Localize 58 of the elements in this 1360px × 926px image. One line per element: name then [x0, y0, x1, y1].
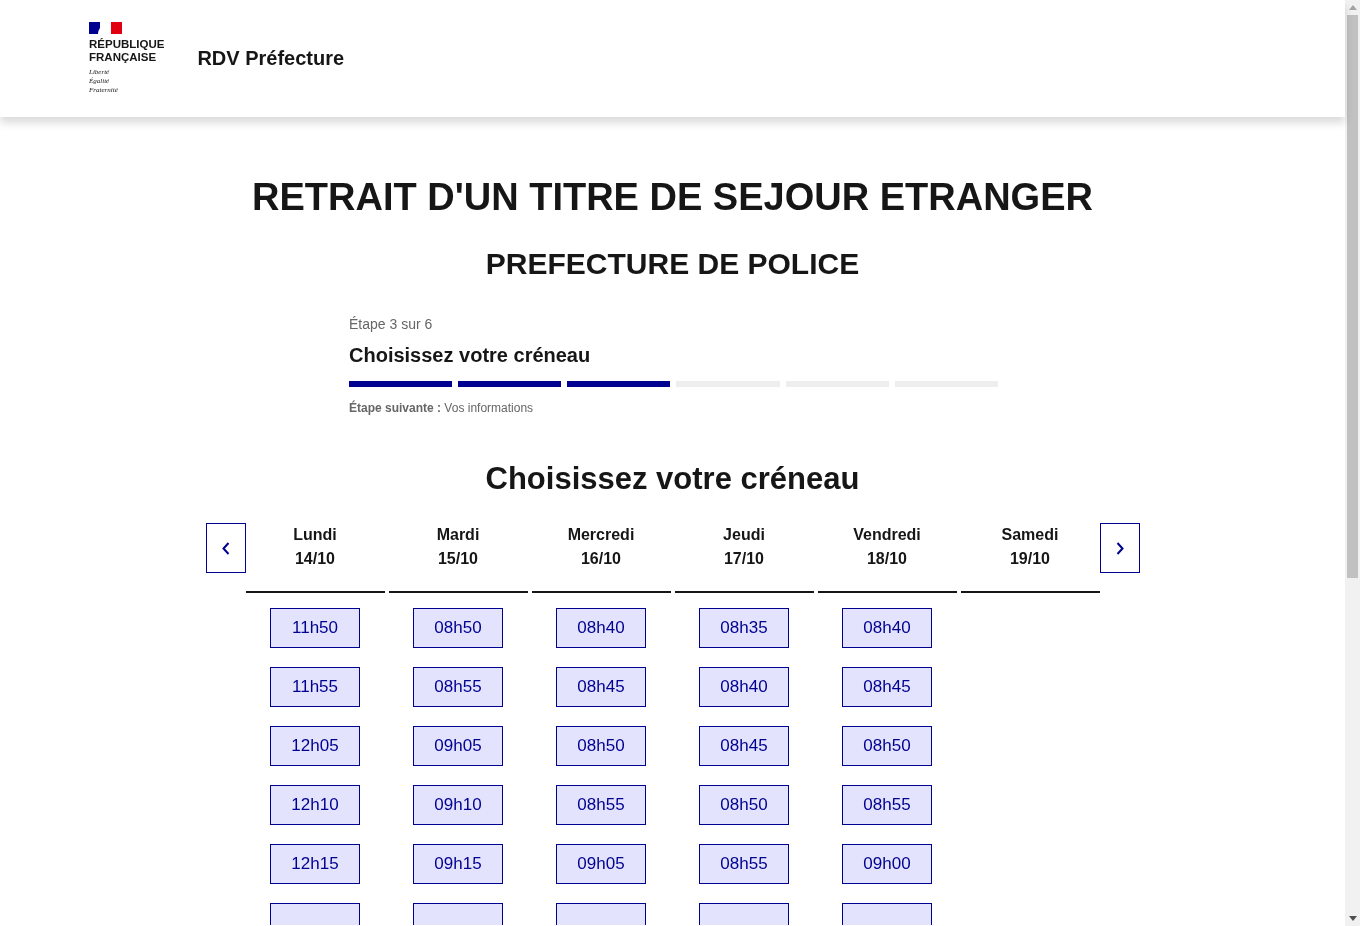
- previous-week-button[interactable]: [205, 523, 246, 573]
- day-date: 18/10: [866, 549, 907, 569]
- time-slot-button[interactable]: 09h05: [556, 844, 646, 884]
- service-name: RDV Préfecture: [197, 47, 345, 70]
- step-counter: Étape 3 sur 6: [349, 315, 434, 334]
- next-week-button[interactable]: [1099, 523, 1140, 573]
- day-date: 15/10: [437, 549, 478, 569]
- clipped-time-slot-button[interactable]: [842, 903, 932, 925]
- clipped-time-slot-button[interactable]: [413, 903, 503, 925]
- scrollbar-thumb[interactable]: [1347, 15, 1358, 578]
- day-name: Mercredi: [567, 525, 635, 545]
- time-slot-button[interactable]: 08h50: [413, 608, 503, 648]
- republique-francaise-wordmark: RÉPUBLIQUE FRANÇAISE: [89, 38, 165, 64]
- page-subtitle: PREFECTURE DE POLICE: [485, 246, 860, 282]
- time-slot-button[interactable]: 08h45: [842, 667, 932, 707]
- chevron-left-icon: [221, 541, 230, 555]
- time-slot-button[interactable]: 09h15: [413, 844, 503, 884]
- page-title: RETRAIT D'UN TITRE DE SEJOUR ETRANGER: [252, 175, 1093, 220]
- flag-logo-icon: [89, 22, 122, 34]
- time-slot-button[interactable]: 08h50: [556, 726, 646, 766]
- step-title: Choisissez votre créneau: [349, 343, 592, 368]
- time-slot-button[interactable]: 08h50: [699, 785, 789, 825]
- scrollbar-track[interactable]: [1345, 0, 1360, 926]
- time-slot-button[interactable]: 08h55: [413, 667, 503, 707]
- time-slot-button[interactable]: 12h15: [270, 844, 360, 884]
- day-name: Jeudi: [723, 525, 765, 545]
- day-name: Vendredi: [853, 525, 921, 545]
- time-slot-button[interactable]: 08h35: [699, 608, 789, 648]
- time-slot-button[interactable]: 08h40: [842, 608, 932, 648]
- clipped-time-slot-button[interactable]: [556, 903, 646, 925]
- scroll-down-arrow-icon[interactable]: [1348, 916, 1357, 921]
- time-slot-button[interactable]: 12h10: [270, 785, 360, 825]
- slot-picker-heading: Choisissez votre créneau: [485, 460, 860, 498]
- day-name: Mardi: [436, 525, 480, 545]
- time-slot-button[interactable]: 09h00: [842, 844, 932, 884]
- day-name: Lundi: [293, 525, 337, 545]
- chevron-right-icon: [1115, 541, 1124, 555]
- time-slot-button[interactable]: 11h55: [270, 667, 360, 707]
- time-slot-button[interactable]: 08h45: [699, 726, 789, 766]
- day-date: 14/10: [294, 549, 335, 569]
- time-slot-button[interactable]: 12h05: [270, 726, 360, 766]
- next-step-text: Étape suivante : Vos informations: [349, 400, 535, 416]
- day-date: 16/10: [580, 549, 621, 569]
- time-slot-button[interactable]: 08h40: [699, 667, 789, 707]
- time-slot-button[interactable]: 11h50: [270, 608, 360, 648]
- day-name: Samedi: [1001, 525, 1059, 545]
- time-slot-button[interactable]: 09h05: [413, 726, 503, 766]
- time-slot-button[interactable]: 08h55: [842, 785, 932, 825]
- time-slot-button[interactable]: 08h55: [699, 844, 789, 884]
- time-slot-button[interactable]: 08h45: [556, 667, 646, 707]
- time-slot-button[interactable]: 09h10: [413, 785, 503, 825]
- time-slot-button[interactable]: 08h55: [556, 785, 646, 825]
- time-slot-button[interactable]: 08h50: [842, 726, 932, 766]
- clipped-time-slot-button[interactable]: [699, 903, 789, 925]
- day-date: 17/10: [723, 549, 764, 569]
- day-date: 19/10: [1009, 549, 1050, 569]
- clipped-time-slot-button[interactable]: [270, 903, 360, 925]
- time-slot-button[interactable]: 08h40: [556, 608, 646, 648]
